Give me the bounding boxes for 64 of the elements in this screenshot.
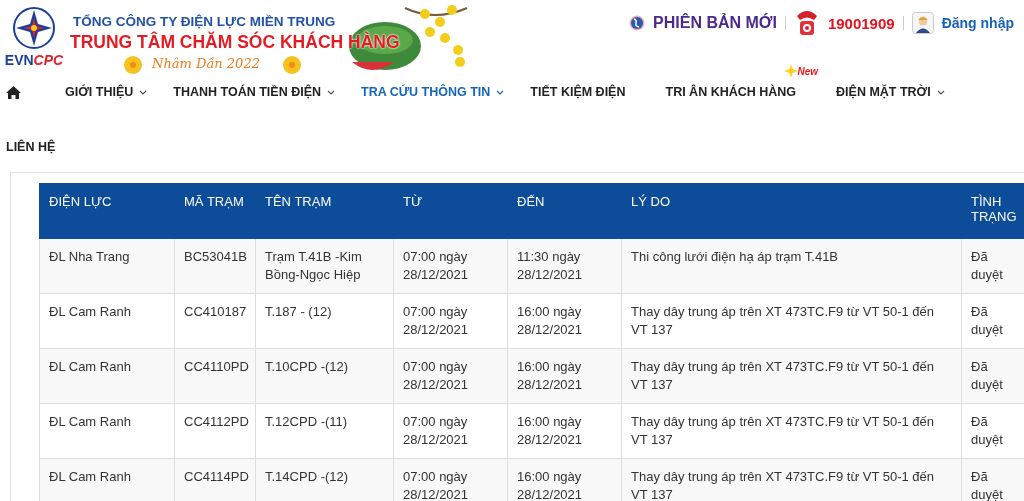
watermelon-drawing	[349, 22, 421, 70]
table-cell: CC4110PD	[174, 348, 256, 404]
greeting-text: Nhâm Dần 2022	[152, 56, 260, 71]
table-cell: T.14CPD -(12)	[255, 458, 394, 501]
flower-icon	[283, 56, 301, 74]
column-header: ĐẾN	[507, 183, 622, 239]
nav-tab[interactable]: LIÊN HỆ	[6, 125, 56, 169]
table-cell: CC410187	[174, 293, 256, 349]
table-cell: 07:00 ngày 28/12/2021	[393, 348, 508, 404]
table-cell: T.10CPD -(12)	[255, 348, 394, 404]
column-header: TÊN TRẠM	[255, 183, 394, 239]
table-cell: ĐL Nha Trang	[39, 238, 175, 294]
table-cell: Trạm T.41B -Kim Bồng-Ngọc Hiệp	[255, 238, 394, 294]
table-cell: Đã duyệt	[961, 348, 1024, 404]
table-cell: 16:00 ngày 28/12/2021	[507, 458, 622, 501]
table-cell: 07:00 ngày 28/12/2021	[393, 458, 508, 501]
company-name: TỔNG CÔNG TY ĐIỆN LỰC MIỀN TRUNG	[73, 14, 336, 29]
column-header: ĐIỆN LỰC	[39, 183, 175, 239]
nav-tab[interactable]: TIẾT KIỆM ĐIỆN	[530, 70, 626, 114]
table-cell: 07:00 ngày 28/12/2021	[393, 238, 508, 294]
table-cell: 07:00 ngày 28/12/2021	[393, 293, 508, 349]
nav-tab[interactable]: THANH TOÁN TIỀN ĐIỆN	[173, 70, 335, 114]
flower-branch-drawing	[404, 5, 468, 67]
globe-icon	[629, 15, 646, 31]
table-cell: 16:00 ngày 28/12/2021	[507, 403, 622, 459]
table-cell: ĐL Cam Ranh	[39, 458, 175, 501]
table-cell: 16:00 ngày 28/12/2021	[507, 348, 622, 404]
table-cell: Thay dây trung áp trên XT 473TC.F9 từ VT 50-1 đến VT 137	[621, 293, 962, 349]
table-cell: 11:30 ngày 28/12/2021	[507, 238, 622, 294]
table-cell: ĐL Cam Ranh	[39, 293, 175, 349]
table-cell: Thay dây trung áp trên XT 473TC.F9 từ VT 50-1 đến VT 137	[621, 458, 962, 501]
table-cell: ĐL Cam Ranh	[39, 348, 175, 404]
column-header: TÌNH TRẠNG	[961, 183, 1024, 239]
star-burst-icon	[783, 64, 798, 78]
table-cell: Thi công lưới điện hạ áp trạm T.41B	[621, 238, 962, 294]
center-name: TRUNG TÂM CHĂM SÓC KHÁCH HÀNG	[70, 32, 400, 53]
table-cell: BC53041B	[174, 238, 256, 294]
logo-text: EVNCPC	[4, 52, 64, 68]
new-version-link[interactable]: PHIÊN BẢN MỚI	[653, 14, 777, 32]
column-header: TỪ	[393, 183, 508, 239]
login-link[interactable]: Đăng nhập	[941, 15, 1014, 31]
column-header: LÝ DO	[621, 183, 962, 239]
table-cell: Đã duyệt	[961, 458, 1024, 501]
column-header: MÃ TRẠM	[174, 183, 256, 239]
table-cell: 16:00 ngày 28/12/2021	[507, 293, 622, 349]
home-icon[interactable]	[6, 85, 21, 99]
table-cell: Đã duyệt	[961, 238, 1024, 294]
table-cell: Thay dây trung áp trên XT 473TC.F9 từ VT 50-1 đến VT 137	[621, 403, 962, 459]
nav-tab[interactable]: GIỚI THIỆU	[65, 70, 148, 114]
flower-icon	[124, 56, 142, 74]
nav-tab[interactable]: TRA CỨU THÔNG TIN	[361, 70, 505, 114]
table-cell: CC4112PD	[174, 403, 256, 459]
new-label: New	[797, 65, 819, 77]
table-cell: CC4114PD	[174, 458, 256, 501]
table-cell: 07:00 ngày 28/12/2021	[393, 403, 508, 459]
nav-tab[interactable]: TRI ÂN KHÁCH HÀNG	[665, 70, 797, 114]
user-avatar-icon	[911, 12, 934, 34]
table-cell: T.187 - (12)	[255, 293, 394, 349]
logo-icon	[12, 6, 56, 50]
table-cell: Thay dây trung áp trên XT 473TC.F9 từ VT 50-1 đến VT 137	[621, 348, 962, 404]
table-cell: T.12CPD -(11)	[255, 403, 394, 459]
table-cell: ĐL Cam Ranh	[39, 403, 175, 459]
hotline-number: 19001909	[827, 14, 895, 32]
nav-tab[interactable]: ĐIỆN MẶT TRỜI	[836, 70, 945, 114]
